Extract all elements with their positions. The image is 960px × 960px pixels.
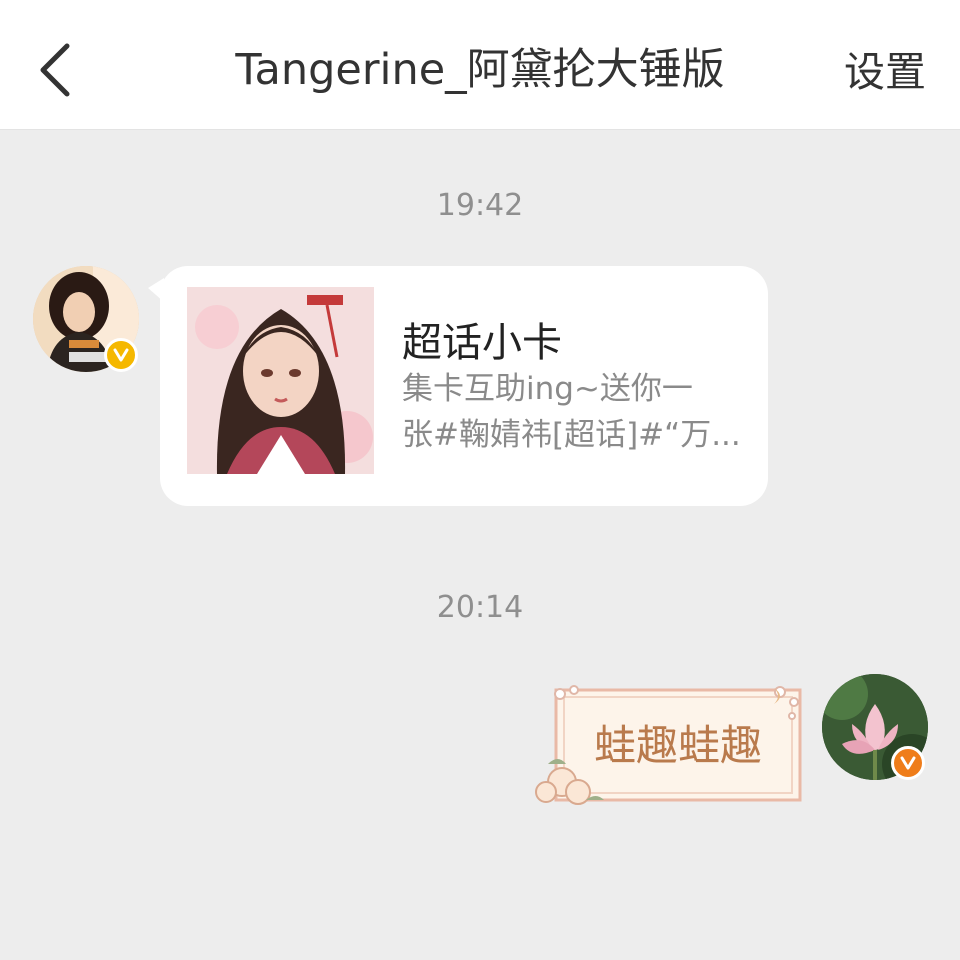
card-title: 超话小卡 — [402, 320, 562, 366]
message-timestamp: 19:42 — [436, 188, 524, 223]
v-badge-icon — [104, 338, 138, 372]
super-topic-card[interactable]: 超话小卡 集卡互助ing~送你一 张#鞠婧祎[超话]#“万... — [160, 266, 768, 506]
card-thumbnail — [187, 287, 374, 474]
back-button[interactable] — [26, 38, 82, 102]
chevron-left-icon — [40, 43, 70, 97]
message-text: 蛙趣蛙趣 — [593, 721, 762, 770]
message-timestamp: 20:14 — [436, 590, 524, 625]
card-description-line: 集卡互助ing~送你一 — [402, 371, 693, 407]
sent-message-bubble[interactable]: 蛙趣蛙趣 — [530, 684, 810, 812]
card-description: 集卡互助ing~送你一 张#鞠婧祎[超话]#“万... — [402, 366, 752, 458]
v-badge-icon — [891, 746, 925, 780]
settings-button[interactable]: 设置 — [844, 44, 926, 100]
card-description-line: 张#鞠婧祎[超话]#“万... — [402, 417, 741, 453]
chat-title: Tangerine_阿黛抡大锤版 — [235, 45, 725, 95]
chat-header: Tangerine_阿黛抡大锤版 设置 — [0, 0, 960, 130]
